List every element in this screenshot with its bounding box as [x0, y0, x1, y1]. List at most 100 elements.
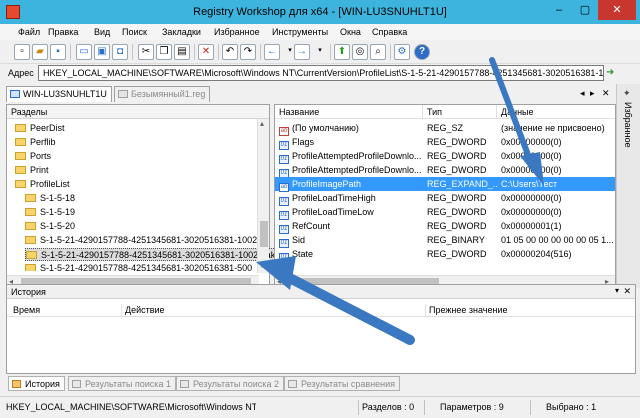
tab-label: Результаты поиска 1 — [85, 379, 171, 389]
help-icon[interactable]: ? — [414, 44, 430, 60]
value-name: ProfileLoadTimeHigh — [292, 193, 376, 203]
table-row[interactable]: 01 ProfileLoadTimeLow REG_DWORD 0x0000000… — [275, 205, 615, 220]
table-row[interactable]: 01 Sid REG_BINARY 01 05 00 00 00 00 00 05… — [275, 233, 615, 248]
close-panel-icon[interactable]: ✕ — [623, 286, 631, 297]
tree-item-label: S-1-5-21-4290157788-4251345681-302051638… — [40, 263, 253, 271]
maximize-button[interactable]: ▢ — [572, 0, 598, 20]
tab-reg-file[interactable]: Безымянный1.reg — [114, 86, 211, 102]
find-next-icon[interactable]: ⌕ — [370, 44, 386, 60]
tab-history[interactable]: История — [8, 376, 65, 391]
menu-edit[interactable]: Правка — [48, 27, 78, 37]
value-data: (значение не присвоено) — [501, 123, 605, 133]
history-icon — [12, 380, 21, 388]
tree-item[interactable]: S-1-5-19 — [25, 206, 75, 219]
tree-item[interactable]: Ports — [15, 150, 51, 163]
menu-help[interactable]: Справка — [372, 27, 407, 37]
tree-item[interactable]: Perflib — [15, 136, 56, 149]
forward-dropdown-icon[interactable]: ▾ — [312, 44, 328, 60]
export-icon[interactable]: ◘ — [112, 44, 128, 60]
new-icon[interactable]: ▫ — [14, 44, 30, 60]
tree-item[interactable]: Print — [15, 164, 49, 177]
column-type[interactable]: Тип — [423, 105, 497, 119]
tab-search-results-1[interactable]: Результаты поиска 1 — [68, 376, 176, 391]
tab-search-results-2[interactable]: Результаты поиска 2 — [176, 376, 284, 391]
cut-icon[interactable]: ✂ — [138, 44, 154, 60]
tree-item[interactable]: S-1-5-18 — [25, 192, 75, 205]
tab-computer[interactable]: WIN-LU3SNUHLT1U — [6, 86, 112, 102]
tree-item-profilelist[interactable]: ProfileList — [15, 178, 70, 191]
value-data: 0x00000001(1) — [501, 221, 562, 231]
open-folder-icon[interactable]: ▰ — [32, 44, 48, 60]
table-row[interactable]: 01 Flags REG_DWORD 0x00000000(0) — [275, 135, 615, 150]
value-type: REG_DWORD — [427, 207, 487, 217]
undo-icon[interactable]: ↶ — [222, 44, 238, 60]
tree-item-label: ProfileList — [30, 179, 70, 189]
menu-bookmarks[interactable]: Закладки — [162, 27, 201, 37]
back-icon[interactable]: ← — [264, 44, 280, 60]
column-data[interactable]: Данные — [497, 105, 615, 119]
menu-search[interactable]: Поиск — [122, 27, 147, 37]
title-bar: Registry Workshop для x64 - [WIN-LU3SNUH… — [0, 0, 640, 24]
paste-icon[interactable]: ▤ — [174, 44, 190, 60]
tree-item[interactable]: S-1-5-21-4290157788-4251345681-302051638… — [25, 234, 257, 247]
column-time[interactable]: Время — [13, 305, 40, 315]
tree-item-selected[interactable]: S-1-5-21-4290157788-4251345681-302051638… — [25, 248, 279, 261]
tab-close-icon[interactable]: ✕ — [602, 88, 610, 99]
keys-vertical-scrollbar[interactable]: ▴ ▾ — [257, 119, 269, 273]
tab-compare-results[interactable]: Результаты сравнения — [284, 376, 401, 391]
favorites-panel[interactable]: ✦ Избранное — [616, 84, 640, 288]
value-type: REG_BINARY — [427, 235, 485, 245]
table-row[interactable]: ab (По умолчанию) REG_SZ (значение не при… — [275, 121, 615, 136]
tree-item[interactable]: PeerDist — [15, 122, 65, 135]
tree-item[interactable]: S-1-5-21-4290157788-4251345681-302051638… — [25, 262, 252, 271]
menu-view[interactable]: Вид — [94, 27, 110, 37]
delete-icon[interactable]: ✕ — [198, 44, 214, 60]
up-level-icon[interactable]: ⬆ — [334, 44, 350, 60]
address-input[interactable]: HKEY_LOCAL_MACHINE\SOFTWARE\Microsoft\Wi… — [38, 65, 604, 81]
value-name: ProfileLoadTimeLow — [292, 207, 374, 217]
pin-icon[interactable]: ✦ — [623, 88, 631, 99]
close-button[interactable]: ✕ — [598, 0, 636, 20]
save-icon[interactable]: ▪ — [50, 44, 66, 60]
network-icon[interactable]: ▣ — [94, 44, 110, 60]
tab-label: Результаты поиска 2 — [193, 379, 279, 389]
column-action[interactable]: Действие — [125, 305, 165, 315]
column-previous-value[interactable]: Прежнее значение — [429, 305, 507, 315]
table-row-selected[interactable]: ab ProfileImagePath REG_EXPAND_... C:\Use… — [275, 177, 615, 192]
menu-tools[interactable]: Инструменты — [272, 27, 328, 37]
table-row[interactable]: 01 State REG_DWORD 0x00000204(516) — [275, 247, 615, 262]
value-type: REG_DWORD — [427, 193, 487, 203]
table-row[interactable]: 01 RefCount REG_DWORD 0x00000001(1) — [275, 219, 615, 234]
copy-icon[interactable]: ❐ — [156, 44, 172, 60]
values-list-panel: Название Тип Данные ab (По умолчанию) REG… — [274, 104, 616, 288]
table-row[interactable]: 01 ProfileAttemptedProfileDownlo... REG_D… — [275, 149, 615, 164]
pin-icon[interactable]: ▾ — [615, 286, 619, 295]
menu-file[interactable]: Файл — [18, 27, 40, 37]
column-name[interactable]: Название — [275, 105, 423, 119]
table-row[interactable]: 01 ProfileAttemptedProfileDownlo... REG_D… — [275, 163, 615, 178]
settings-icon[interactable]: ⚙ — [394, 44, 410, 60]
menu-windows[interactable]: Окна — [340, 27, 361, 37]
tab-label: Результаты сравнения — [301, 379, 396, 389]
minimize-button[interactable]: – — [546, 0, 572, 20]
address-label: Адрес — [8, 68, 34, 78]
table-row[interactable]: 01 ProfileLoadTimeHigh REG_DWORD 0x000000… — [275, 191, 615, 206]
value-name-cell: 01 RefCount — [279, 219, 423, 234]
bottom-tabs: История Результаты поиска 1 Результаты п… — [0, 374, 640, 394]
menu-favorites[interactable]: Избранное — [214, 27, 260, 37]
tab-scroll-right-icon[interactable]: ▸ — [590, 88, 595, 99]
scroll-down-icon[interactable]: ▾ — [260, 261, 264, 270]
tree-item[interactable]: S-1-5-20 — [25, 220, 75, 233]
find-icon[interactable]: ◎ — [352, 44, 368, 60]
redo-icon[interactable]: ↷ — [240, 44, 256, 60]
tab-scroll-left-icon[interactable]: ◂ — [580, 88, 585, 99]
scroll-up-icon[interactable]: ▴ — [260, 119, 264, 128]
scroll-thumb[interactable] — [260, 221, 268, 247]
favorites-label: Избранное — [623, 102, 633, 148]
value-data: 0x00000000(0) — [501, 165, 562, 175]
computer-icon[interactable]: ▭ — [76, 44, 92, 60]
forward-icon[interactable]: → — [294, 44, 310, 60]
keys-panel-header: Разделы — [7, 105, 269, 119]
go-arrow-icon[interactable]: ➜ — [606, 65, 620, 81]
tab-label: История — [25, 379, 60, 389]
